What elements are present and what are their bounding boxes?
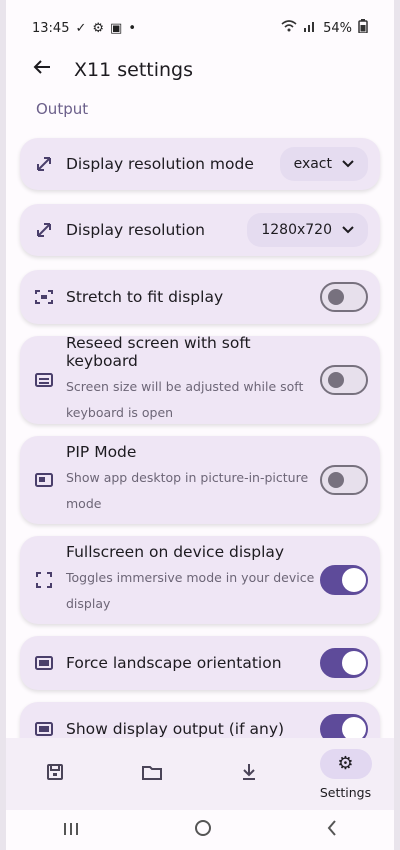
- landscape-icon: [32, 656, 56, 670]
- resize-icon: [32, 221, 56, 239]
- back-nav-icon[interactable]: [327, 819, 337, 841]
- setting-fullscreen[interactable]: Fullscreen on device display Toggles imm…: [20, 536, 380, 624]
- setting-label: Show display output (if any): [66, 720, 285, 738]
- nav-label-settings: Settings: [319, 784, 372, 800]
- status-right: 54%: [281, 19, 368, 37]
- setting-force-landscape[interactable]: Force landscape orientation: [20, 636, 380, 690]
- resolution-dropdown[interactable]: 1280x720: [247, 213, 368, 247]
- resize-icon: [32, 155, 56, 173]
- gear-icon: ⚙: [319, 748, 372, 779]
- phone-screen: 13:45 ✓ ⚙ ▣ • 54% X11 settings Output Di…: [0, 0, 400, 850]
- recent-apps-icon[interactable]: [63, 820, 79, 841]
- home-icon[interactable]: [194, 819, 212, 842]
- nav-item-download[interactable]: [200, 763, 297, 786]
- download-icon: [241, 763, 257, 786]
- setting-reseed-screen[interactable]: Reseed screen with soft keyboard Screen …: [20, 334, 380, 424]
- nav-item-folder[interactable]: [103, 764, 200, 785]
- toggle-knob: [342, 651, 366, 675]
- pip-toggle[interactable]: [320, 465, 368, 495]
- video-notification-icon: ▣: [110, 20, 123, 36]
- chevron-down-icon: [342, 222, 354, 238]
- dropdown-value: exact: [293, 156, 332, 172]
- dropdown-value: 1280x720: [261, 222, 332, 238]
- bottom-navigation: ⚙ Settings: [6, 738, 394, 810]
- setting-label: Display resolution mode: [66, 155, 254, 173]
- setting-label: Reseed screen with soft keyboard: [66, 334, 251, 370]
- setting-subtitle: Screen size will be adjusted while soft …: [66, 379, 304, 420]
- toggle-knob: [342, 568, 366, 592]
- wifi-icon: [281, 20, 297, 36]
- toggle-knob: [328, 289, 344, 305]
- chevron-down-icon: [342, 156, 354, 172]
- setting-subtitle: Toggles immersive mode in your device di…: [66, 570, 315, 611]
- setting-label: Force landscape orientation: [66, 654, 282, 672]
- nav-item-settings[interactable]: ⚙ Settings: [297, 748, 394, 800]
- folder-icon: [141, 764, 162, 785]
- check-notification-icon: ✓: [75, 20, 87, 36]
- back-arrow-icon[interactable]: [32, 57, 62, 83]
- save-icon: [46, 763, 64, 786]
- page-title: X11 settings: [74, 59, 194, 81]
- landscape-toggle[interactable]: [320, 648, 368, 678]
- setting-pip-mode[interactable]: PIP Mode Show app desktop in picture-in-…: [20, 436, 380, 524]
- status-left: 13:45 ✓ ⚙ ▣ •: [32, 21, 136, 36]
- dot-icon: •: [128, 20, 136, 36]
- battery-percent: 54%: [323, 20, 352, 36]
- setting-label: Stretch to fit display: [66, 288, 224, 306]
- pip-icon: [32, 473, 56, 487]
- setting-label: Fullscreen on device display: [66, 543, 285, 561]
- toggle-knob: [328, 372, 344, 388]
- section-title: Output: [36, 100, 89, 118]
- gear-notification-icon: ⚙: [92, 20, 105, 36]
- resolution-mode-dropdown[interactable]: exact: [279, 147, 368, 181]
- status-bar: 13:45 ✓ ⚙ ▣ • 54%: [6, 0, 394, 56]
- nav-item-save[interactable]: [6, 763, 103, 786]
- fullscreen-toggle[interactable]: [320, 565, 368, 595]
- signal-icon: [303, 20, 317, 36]
- setting-stretch-to-fit[interactable]: Stretch to fit display: [20, 270, 380, 324]
- battery-icon: [358, 19, 368, 37]
- top-app-bar: X11 settings: [6, 50, 394, 90]
- setting-subtitle: Show app desktop in picture-in-picture m…: [66, 470, 309, 511]
- reseed-toggle[interactable]: [320, 365, 368, 395]
- setting-label: Display resolution: [66, 221, 206, 239]
- setting-display-resolution[interactable]: Display resolution 1280x720: [20, 204, 380, 256]
- stretch-toggle[interactable]: [320, 282, 368, 312]
- fullscreen-icon: [32, 572, 56, 588]
- display-output-icon: [32, 722, 56, 736]
- status-time: 13:45: [32, 20, 70, 36]
- setting-label: PIP Mode: [66, 443, 137, 461]
- toggle-knob: [328, 472, 344, 488]
- system-navigation-bar: [6, 810, 394, 850]
- keyboard-icon: [32, 373, 56, 387]
- fit-screen-icon: [32, 290, 56, 304]
- setting-display-resolution-mode[interactable]: Display resolution mode exact: [20, 138, 380, 190]
